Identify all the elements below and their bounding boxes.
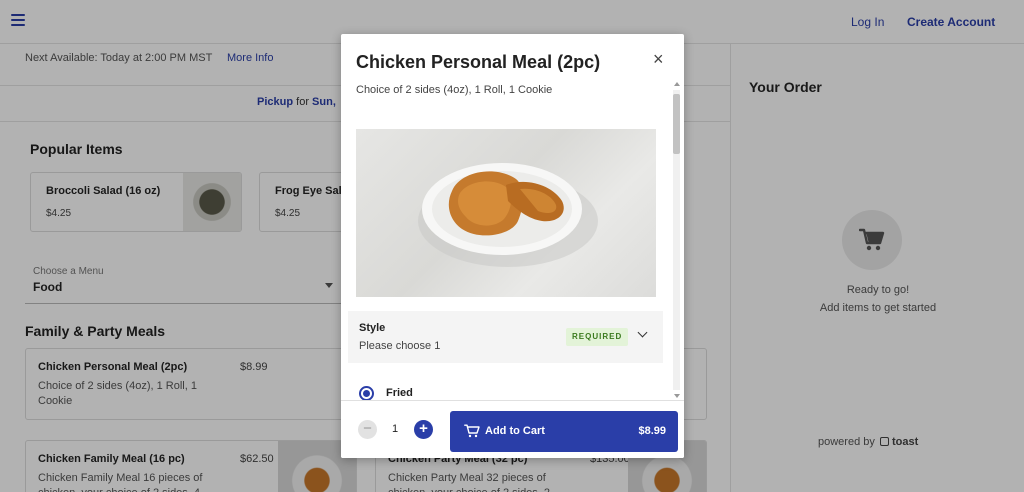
modal-description: Choice of 2 sides (4oz), 1 Roll, 1 Cooki…	[356, 84, 553, 96]
scroll-up-icon[interactable]	[674, 82, 680, 86]
add-to-cart-button[interactable]: Add to Cart $8.99	[450, 411, 678, 452]
meal-photo	[356, 129, 656, 297]
cart-icon	[464, 424, 480, 438]
add-to-cart-label: Add to Cart	[485, 425, 545, 437]
modal-footer: − 1 + Add to Cart $8.99	[341, 400, 684, 458]
option-label: Fried	[386, 387, 413, 399]
style-title: Style	[359, 322, 386, 334]
scroll-down-icon[interactable]	[674, 394, 680, 398]
item-modal: Chicken Personal Meal (2pc) × Choice of …	[341, 34, 684, 458]
style-subtitle: Please choose 1	[359, 340, 441, 352]
modal-title: Chicken Personal Meal (2pc)	[356, 52, 601, 72]
chevron-down-icon[interactable]	[637, 327, 648, 338]
decrease-quantity-button[interactable]: −	[358, 420, 377, 439]
style-option-group[interactable]: Style Please choose 1 REQUIRED	[348, 311, 663, 363]
quantity-value: 1	[392, 423, 399, 435]
radio-button[interactable]	[359, 386, 374, 401]
increase-quantity-button[interactable]: +	[414, 420, 433, 439]
required-badge: REQUIRED	[566, 328, 629, 346]
close-icon[interactable]: ×	[653, 50, 664, 68]
add-to-cart-price: $8.99	[638, 425, 666, 437]
scroll-thumb[interactable]	[673, 94, 680, 154]
modal-scrollbar[interactable]	[670, 82, 682, 400]
